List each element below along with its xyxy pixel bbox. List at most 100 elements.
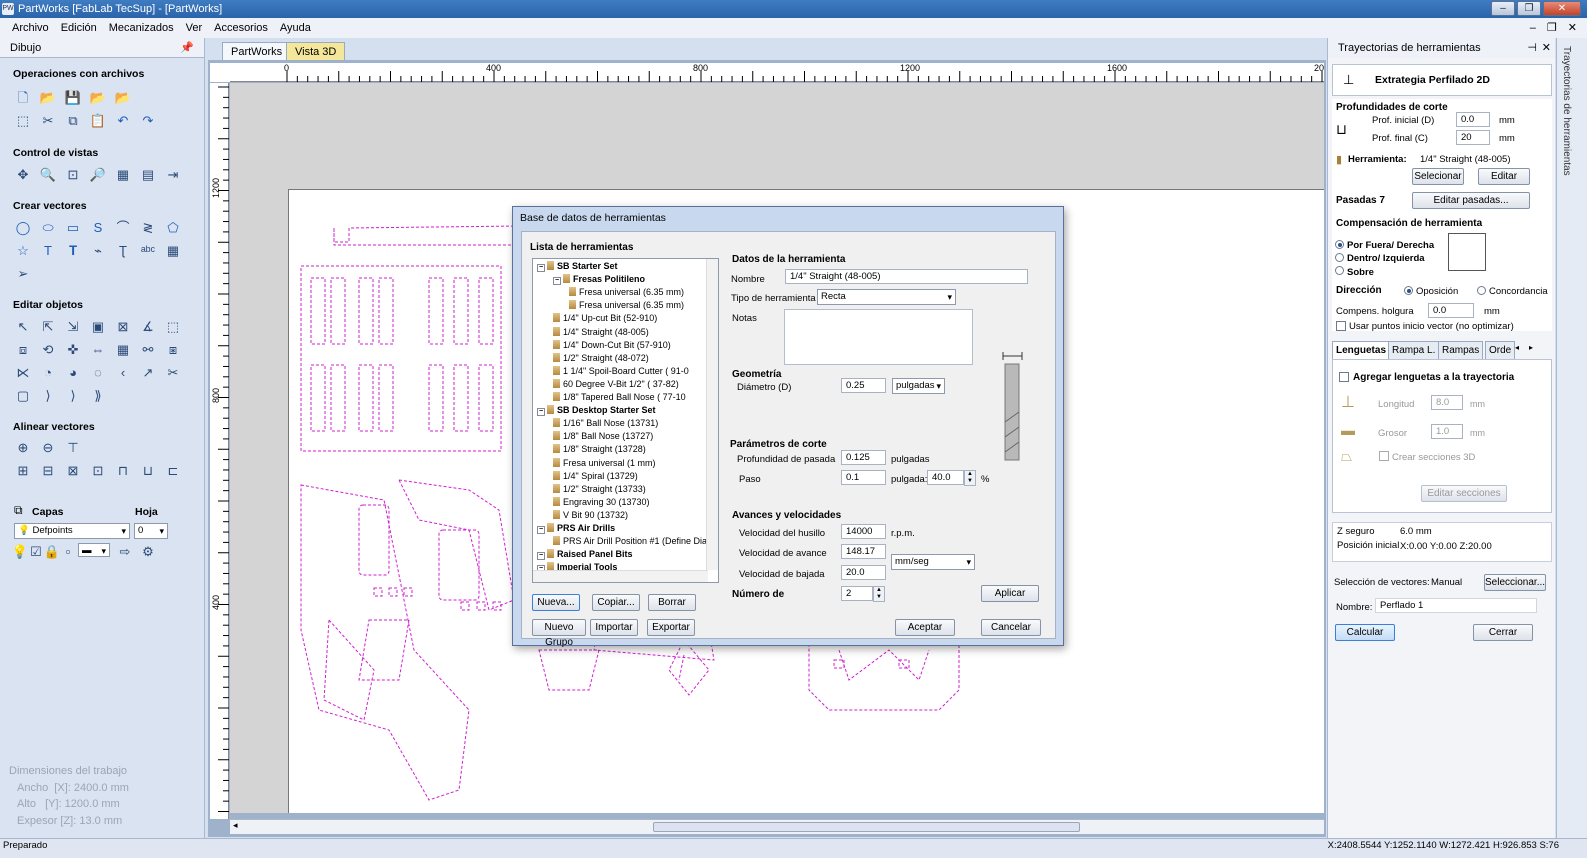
bulb-icon[interactable]: 💡	[12, 543, 28, 561]
intersect-icon[interactable]: ◕	[64, 364, 82, 382]
import-icon[interactable]: 📂	[89, 89, 107, 107]
menu-archivo[interactable]: Archivo	[6, 18, 55, 38]
copy-tool-button[interactable]: Copiar...	[592, 594, 640, 611]
start-depth-input[interactable]: 0.0	[1456, 112, 1490, 127]
cancel-button[interactable]: Cancelar	[981, 619, 1041, 636]
diameter-unit-dropdown[interactable]: pulgadas	[892, 378, 945, 394]
tree-group[interactable]: − SB Starter Set	[537, 260, 618, 272]
horizontal-scrollbar[interactable]: ◂	[230, 819, 1324, 834]
on-radio[interactable]	[1335, 266, 1344, 275]
tool-tree[interactable]: − SB Starter Set − Fresas Politileno Fresa u…	[532, 258, 719, 583]
new-file-icon[interactable]: 🗋	[14, 89, 32, 107]
open-file-icon[interactable]: 📂	[39, 89, 57, 107]
climb-radio[interactable]	[1404, 286, 1413, 295]
polyline-icon[interactable]: ≷	[139, 219, 157, 237]
align-vcenter-icon[interactable]: ⊤	[64, 439, 82, 457]
diameter-input[interactable]: 0.25	[841, 378, 886, 393]
align-mid-icon[interactable]: ⊓	[114, 462, 132, 480]
import-button[interactable]: Importar	[590, 619, 638, 636]
tool-name-input[interactable]: 1/4" Straight (48-005)	[785, 269, 1028, 284]
curve-icon[interactable]: S	[89, 219, 107, 237]
tree-tool[interactable]: 60 Degree V-Bit 1/2" ( 37-82)	[553, 378, 679, 390]
tab-partworks[interactable]: PartWorks	[222, 42, 292, 60]
text-icon[interactable]: T	[39, 242, 57, 260]
scroll-left-icon[interactable]: ◂	[233, 820, 238, 831]
apply-button[interactable]: Aplicar	[981, 585, 1039, 602]
stepover-percent-input[interactable]: 40.0	[927, 470, 964, 485]
stepover-percent-spinner[interactable]: ▲ ▼	[964, 470, 976, 486]
close-icon[interactable]: ✕	[1542, 38, 1551, 58]
trim-icon[interactable]: ‹	[114, 364, 132, 382]
scale-icon[interactable]: ⬚	[164, 318, 182, 336]
align-bottom-icon[interactable]: ⊡	[89, 462, 107, 480]
mdi-window-buttons[interactable]: – ❐ ✕	[1530, 18, 1581, 38]
tree-hscroll[interactable]	[533, 570, 708, 582]
close-panel-button[interactable]: Cerrar	[1473, 624, 1533, 641]
tree-tool[interactable]: V Bit 90 (13732)	[553, 509, 628, 521]
layer-settings-icon[interactable]: ⚙	[140, 543, 156, 561]
weld-icon[interactable]: ⋉	[14, 364, 32, 382]
join-open-icon[interactable]: ⟩	[64, 387, 82, 405]
tree-group[interactable]: − SB Desktop Starter Set	[537, 404, 656, 417]
tab-rampa-l[interactable]: Rampa L.	[1388, 341, 1440, 359]
pass-depth-input[interactable]: 0.125	[841, 450, 886, 465]
color-icon[interactable]: ▫	[62, 543, 74, 561]
tree-tool[interactable]: 1/4" Spiral (13729)	[553, 470, 638, 482]
trace-bitmap-icon[interactable]: ➢	[14, 265, 32, 283]
minimize-button[interactable]: –	[1491, 1, 1515, 16]
tree-tool[interactable]: Engraving 30 (13730)	[553, 496, 650, 508]
smooth-icon[interactable]: ⟫	[89, 387, 107, 405]
menu-mecanizados[interactable]: Mecanizados	[103, 18, 180, 38]
abc-icon[interactable]: ᵃᵇᶜ	[139, 242, 157, 260]
copy-icon[interactable]: ⧉	[64, 112, 82, 130]
menu-accesorios[interactable]: Accesorios	[208, 18, 274, 38]
align-top-icon[interactable]: ⊠	[64, 462, 82, 480]
ok-button[interactable]: Aceptar	[895, 619, 955, 636]
tree-tool[interactable]: 1/16" Ball Nose (13731)	[553, 417, 658, 429]
feed-rate-input[interactable]: 148.17	[841, 544, 886, 559]
toolpath-name-input[interactable]: Perflado 1	[1375, 598, 1537, 613]
redo-icon[interactable]: ↷	[139, 112, 157, 130]
cut-icon[interactable]: ✂	[39, 112, 57, 130]
tab-vista-3d[interactable]: Vista 3D	[286, 42, 346, 60]
view-layout-icon[interactable]: ▦	[114, 166, 132, 184]
tabs-3d-checkbox[interactable]	[1379, 451, 1389, 461]
distribute-v-icon[interactable]: ⊏	[164, 462, 182, 480]
tree-tool[interactable]: 1/8" Straight (13728)	[553, 443, 646, 455]
spindle-input[interactable]: 14000	[841, 524, 886, 539]
delete-tool-button[interactable]: Borrar	[648, 594, 696, 611]
measure-icon[interactable]: ∡	[139, 318, 157, 336]
toolpath-side-tab[interactable]: Trayectorias de herramientas	[1556, 38, 1587, 838]
tab-length-input[interactable]: 8.0	[1431, 395, 1463, 410]
allowance-input[interactable]: 0.0	[1428, 303, 1474, 318]
notes-textarea[interactable]	[784, 309, 973, 365]
job-setup-icon[interactable]: ⬚	[14, 112, 32, 130]
flutes-input[interactable]: 2	[841, 586, 873, 601]
lock-icon[interactable]: 🔒	[44, 543, 60, 561]
tool-type-dropdown[interactable]: Recta	[817, 289, 956, 305]
scrollbar-thumb[interactable]	[653, 822, 1080, 832]
text-on-curve-icon[interactable]: ⌁	[89, 242, 107, 260]
tree-group[interactable]: − PRS Air Drills	[537, 522, 615, 534]
mirror-icon[interactable]: ⧈	[14, 341, 32, 359]
extend-icon[interactable]: ↗	[139, 364, 157, 382]
close-button[interactable]: ✕	[1543, 1, 1581, 16]
flutes-spinner[interactable]: ▲ ▼	[873, 586, 885, 602]
expand-icon[interactable]: −	[537, 408, 545, 417]
fillet-icon[interactable]: ◌	[89, 364, 107, 382]
flip-icon[interactable]: ⇔	[89, 341, 107, 359]
menu-ayuda[interactable]: Ayuda	[274, 18, 317, 38]
calculate-button[interactable]: Calcular	[1335, 624, 1395, 641]
expand-icon[interactable]: −	[553, 277, 561, 286]
scissors-icon[interactable]: ✂	[164, 364, 182, 382]
save-icon[interactable]: 💾	[64, 89, 82, 107]
paste-icon[interactable]: 📋	[89, 112, 107, 130]
rectangle-icon[interactable]: ▭	[64, 219, 82, 237]
text-align-icon[interactable]: Ʈ	[114, 242, 132, 260]
join-icon[interactable]: ⚯	[139, 341, 157, 359]
tree-tool[interactable]: 1/4" Down-Cut Bit (57-910)	[553, 339, 671, 351]
select-icon[interactable]: ↖	[14, 318, 32, 336]
node-edit-icon[interactable]: ⇱	[39, 318, 57, 336]
pin-icon[interactable]: ⊣	[1527, 38, 1537, 58]
menu-ver[interactable]: Ver	[180, 18, 209, 38]
